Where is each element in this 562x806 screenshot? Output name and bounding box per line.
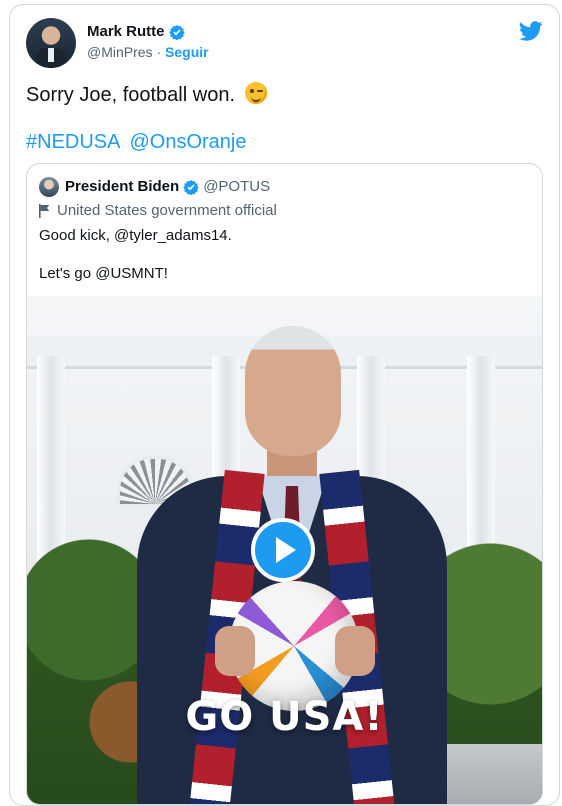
play-icon[interactable] xyxy=(251,518,315,582)
tweet-card: Mark Rutte @MinPres · Seguir Sorry Joe, … xyxy=(9,4,560,806)
quoted-author-avatar[interactable] xyxy=(39,177,59,197)
government-label-text: United States government official xyxy=(57,202,277,219)
separator-dot: · xyxy=(156,44,162,60)
author-avatar[interactable] xyxy=(26,18,76,68)
quoted-text-line2: Let's go @USMNT! xyxy=(39,265,168,282)
verified-badge-icon xyxy=(168,24,185,40)
author-handle[interactable]: @MinPres xyxy=(87,44,153,60)
tweet-body: Sorry Joe, football won. xyxy=(26,84,235,106)
video-overlay-text: GO USA! xyxy=(185,694,384,740)
winking-face-emoji-icon xyxy=(244,82,267,104)
tweet-hashtags: #NEDUSA @OnsOranje xyxy=(26,131,247,154)
quoted-author-name[interactable]: President Biden xyxy=(65,178,179,195)
verified-badge-icon xyxy=(183,179,199,195)
government-label: United States government official xyxy=(39,202,277,219)
author-name-row: Mark Rutte xyxy=(87,23,185,40)
tweet-text: Sorry Joe, football won. xyxy=(26,82,267,108)
mention-link[interactable]: @OnsOranje xyxy=(129,131,246,154)
flag-icon xyxy=(39,203,50,218)
quoted-author-row: President Biden @POTUS xyxy=(65,178,270,195)
quoted-tweet[interactable]: President Biden @POTUS United States gov… xyxy=(26,163,543,805)
quoted-text-line1: Good kick, @tyler_adams14. xyxy=(39,227,232,244)
hashtag-link[interactable]: #NEDUSA xyxy=(26,131,120,154)
follow-button[interactable]: Seguir xyxy=(165,44,209,60)
video-thumbnail[interactable]: GO USA! xyxy=(27,296,542,804)
quoted-author-handle[interactable]: @POTUS xyxy=(203,178,270,195)
author-name[interactable]: Mark Rutte xyxy=(87,23,165,40)
author-handle-row: @MinPres · Seguir xyxy=(87,44,209,60)
twitter-bird-icon[interactable] xyxy=(519,19,543,43)
